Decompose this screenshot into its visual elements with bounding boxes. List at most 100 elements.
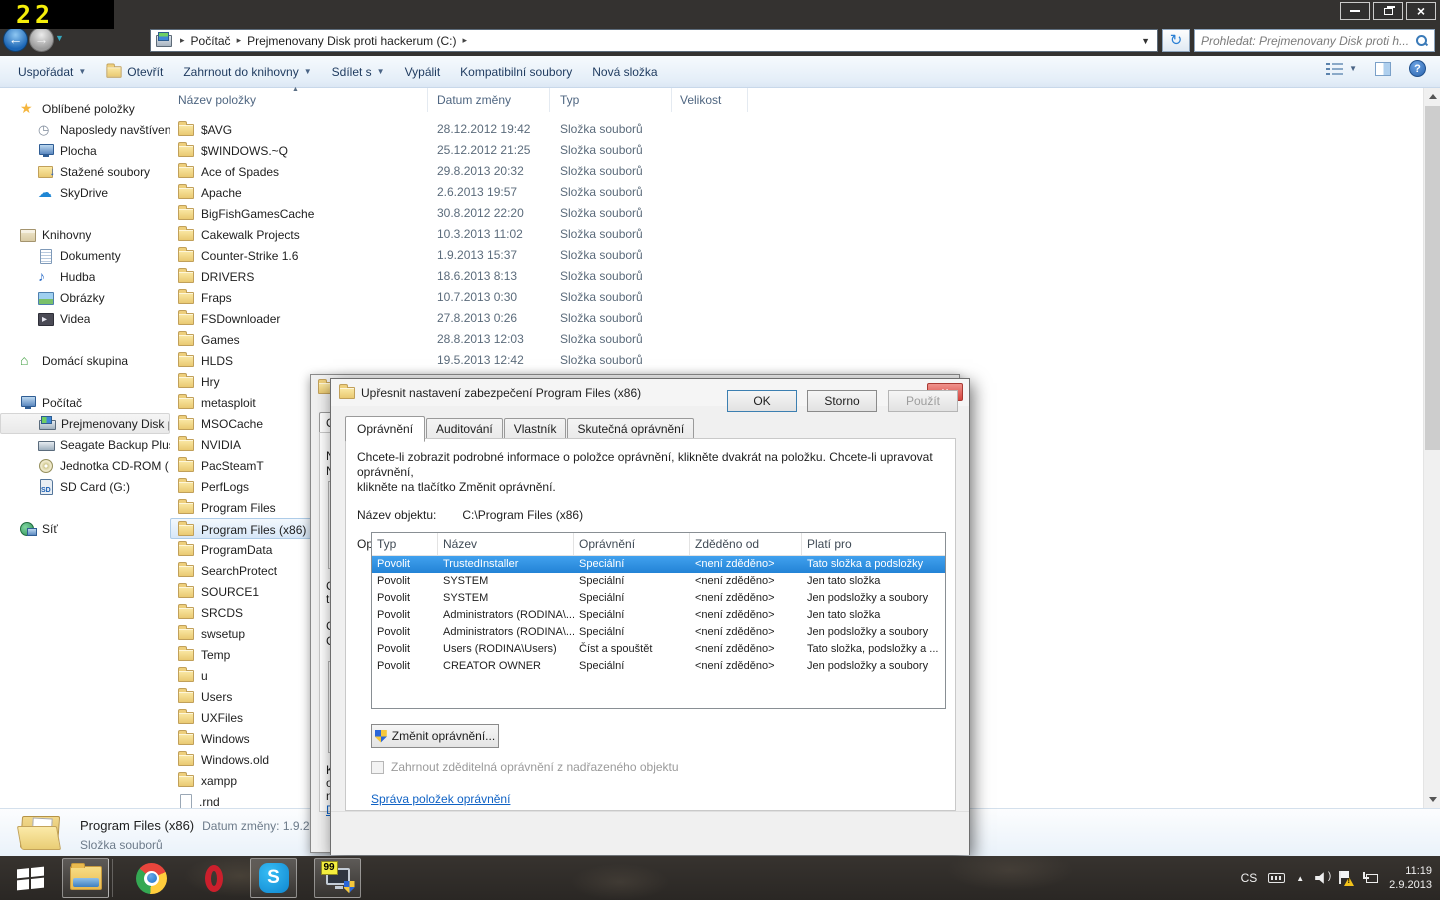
recent-pages-chevron-icon[interactable] [55,33,64,43]
cancel-button[interactable]: Storno [807,390,877,412]
perm-col-applies[interactable]: Platí pro [802,533,943,555]
sidebar-item[interactable]: Hudba [0,266,170,287]
sidebar-item-label: Stažené soubory [60,165,150,179]
permission-row[interactable]: Povolit SYSTEM Speciální <není zděděno> … [372,573,945,590]
inherit-checkbox[interactable] [371,761,384,774]
permission-row[interactable]: Povolit Users (RODINA\Users) Číst a spou… [372,641,945,658]
perm-col-inherited[interactable]: Zděděno od [690,533,802,555]
sidebar-item[interactable]: Naposledy navštíven [0,119,170,140]
address-dropdown-icon[interactable] [1134,30,1157,51]
search-box[interactable] [1194,29,1435,52]
sidebar-item-label: Oblíbené položky [42,102,135,116]
toolbar-button[interactable]: Otevřít [96,60,173,84]
show-hidden-icons-button[interactable] [1296,874,1304,883]
toolbar-button[interactable]: Sdílet s [322,60,395,84]
scroll-down-button[interactable] [1424,791,1440,808]
sidebar-item[interactable]: Videa [0,308,170,329]
column-header-date[interactable]: Datum změny [428,88,550,112]
speaker-icon[interactable] [1315,872,1327,884]
sidebar-item[interactable]: Počítač [0,392,170,413]
sidebar-item-label: Prejmenovany Disk p [61,417,169,431]
sidebar-item[interactable]: SD Card (G:) [0,476,170,497]
file-row[interactable]: FSDownloader 27.8.2013 0:26 Složka soubo… [170,308,748,329]
scrollbar-thumb[interactable] [1425,106,1440,450]
file-row[interactable]: DRIVERS 18.6.2013 8:13 Složka souborů [170,266,748,287]
restore-button[interactable] [1373,2,1403,20]
sidebar-item[interactable]: Síť [0,518,170,539]
file-row[interactable]: HLDS 19.5.2013 12:42 Složka souborů [170,350,748,371]
sidebar-item[interactable]: Obrázky [0,287,170,308]
ok-button[interactable]: OK [727,390,797,412]
folder-icon [178,460,194,472]
file-row[interactable]: Fraps 10.7.2013 0:30 Složka souborů [170,287,748,308]
forward-button[interactable] [29,27,54,52]
permission-row[interactable]: Povolit TrustedInstaller Speciální <není… [372,556,945,573]
change-permissions-button[interactable]: Změnit oprávnění... [371,724,499,748]
keyboard-icon[interactable] [1268,873,1285,883]
file-row[interactable]: $AVG 28.12.2012 19:42 Složka souborů [170,119,748,140]
file-row[interactable]: Ace of Spades 29.8.2013 20:32 Složka sou… [170,161,748,182]
perm-col-type[interactable]: Typ [372,533,438,555]
sidebar-item[interactable]: Domácí skupina [0,350,170,371]
toolbar-button[interactable]: Nová složka [582,60,667,84]
toolbar-button[interactable]: Vypálit [395,60,451,84]
permission-row[interactable]: Povolit SYSTEM Speciální <není zděděno> … [372,590,945,607]
sidebar-item[interactable]: Seagate Backup Plus [0,434,170,455]
refresh-button[interactable] [1162,29,1190,52]
sidebar-item[interactable]: Dokumenty [0,245,170,266]
clock[interactable]: 11:19 2.9.2013 [1389,864,1432,892]
action-center-flag-icon[interactable] [1338,871,1352,885]
close-button[interactable] [1406,2,1436,20]
back-button[interactable] [3,27,28,52]
sidebar-item-label: Dokumenty [60,249,121,263]
sidebar-item[interactable]: Jednotka CD-ROM ( [0,455,170,476]
toolbar-button[interactable]: Uspořádat [8,60,96,84]
search-input[interactable] [1201,34,1415,48]
sidebar-item[interactable]: Oblíbené položky [0,98,170,119]
toolbar-button[interactable]: Kompatibilní soubory [450,60,582,84]
sidebar-item[interactable]: Prejmenovany Disk p [0,413,170,434]
sidebar-item-label: Videa [60,312,90,326]
preview-pane-button[interactable] [1375,62,1391,76]
dialog-tab[interactable]: Oprávnění [345,416,425,442]
chevron-down-icon [78,67,86,76]
permission-row[interactable]: Povolit Administrators (RODINA\... Speci… [372,607,945,624]
file-row[interactable]: BigFishGamesCache 30.8.2012 22:20 Složka… [170,203,748,224]
taskbar-chrome-button[interactable] [128,858,175,898]
column-header-size[interactable]: Velikost [672,88,748,112]
vertical-scrollbar[interactable] [1423,88,1440,808]
scroll-up-button[interactable] [1424,88,1440,105]
language-indicator[interactable]: CS [1241,871,1258,885]
apply-button[interactable]: Použít [888,390,958,412]
breadcrumb-drive[interactable]: Prejmenovany Disk proti hackerum (C:) [247,34,456,48]
permission-row[interactable]: Povolit Administrators (RODINA\... Speci… [372,624,945,641]
file-row[interactable]: Cakewalk Projects 10.3.2013 11:02 Složka… [170,224,748,245]
file-row[interactable]: $WINDOWS.~Q 25.12.2012 21:25 Složka soub… [170,140,748,161]
perm-col-permission[interactable]: Oprávnění [574,533,690,555]
taskbar-explorer-button[interactable] [62,858,109,898]
taskbar-opera-button[interactable] [190,858,237,898]
taskbar-game-server-button[interactable]: 99 [314,858,361,898]
sidebar-item[interactable]: Plocha [0,140,170,161]
column-header-name[interactable]: Název položky [170,88,428,112]
address-bar[interactable]: Počítač Prejmenovany Disk proti hackerum… [150,29,1158,52]
column-header-type[interactable]: Typ [550,88,672,112]
manage-permissions-link[interactable]: Správa položek oprávnění [371,792,510,806]
sidebar-item[interactable]: SkyDrive [0,182,170,203]
help-button[interactable] [1409,60,1426,77]
breadcrumb-computer[interactable]: Počítač [191,34,231,48]
minimize-button[interactable] [1340,2,1370,20]
taskbar-skype-button[interactable]: S [250,858,297,898]
permission-row[interactable]: Povolit CREATOR OWNER Speciální <není zd… [372,658,945,675]
file-row[interactable]: Games 28.8.2013 12:03 Složka souborů [170,329,748,350]
view-options-button[interactable] [1326,62,1357,76]
file-row[interactable]: Counter-Strike 1.6 1.9.2013 15:37 Složka… [170,245,748,266]
start-button[interactable] [12,864,48,892]
file-row[interactable]: Apache 2.6.2013 19:57 Složka souborů [170,182,748,203]
network-icon[interactable] [1363,872,1378,885]
file-name: Program Files [201,501,276,515]
sidebar-item[interactable]: Stažené soubory [0,161,170,182]
sidebar-item[interactable]: Knihovny [0,224,170,245]
perm-col-name[interactable]: Název [438,533,574,555]
toolbar-button[interactable]: Zahrnout do knihovny [173,60,321,84]
